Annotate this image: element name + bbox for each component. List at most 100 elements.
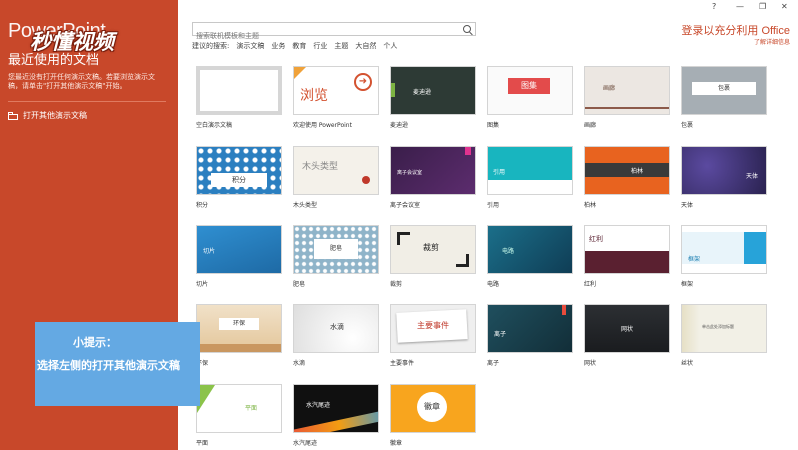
template-tile[interactable]: 包裹 包裹 [681, 66, 767, 129]
suggested-label: 建议的搜索: [192, 42, 230, 50]
template-thumbnail: 包裹 [681, 66, 767, 115]
template-tile[interactable]: 积分 积分 [196, 146, 282, 209]
thumbnail-label: 浏览 [300, 88, 328, 104]
close-button[interactable]: ✕ [781, 2, 788, 11]
thumbnail-label: 切片 [203, 248, 216, 255]
thumbnail-label: 网状 [621, 326, 634, 333]
template-thumbnail: 图集 [487, 66, 573, 115]
template-tile[interactable]: 柏林 柏林 [584, 146, 670, 209]
template-tile[interactable]: 切片 切片 [196, 225, 282, 288]
thumbnail-label: 画廊 [603, 85, 616, 92]
template-name: 丝状 [681, 360, 694, 367]
template-thumbnail: 裁剪 [390, 225, 476, 274]
template-thumbnail: 离子会议室 [390, 146, 476, 195]
thumbnail-label: 环保 [219, 318, 259, 330]
template-name: 欢迎使用 PowerPoint [293, 122, 352, 129]
template-thumbnail: 柏林 [584, 146, 670, 195]
tip-title: 小提示： [73, 336, 117, 349]
template-tile[interactable]: 水汽尾迹 水汽尾迹 [293, 384, 379, 447]
learn-more-link[interactable]: 了解详细信息 [754, 37, 790, 46]
tip-text: 选择左侧的打开其他演示文稿 [37, 359, 180, 372]
template-tile[interactable]: 单击此处添加标题 丝状 [681, 304, 767, 367]
restore-button[interactable]: ❐ [759, 2, 766, 11]
sidebar-divider [8, 101, 166, 102]
template-tile[interactable]: 浏览 ➜ 欢迎使用 PowerPoint [293, 66, 379, 129]
template-name: 离子会议室 [390, 202, 421, 209]
template-tile[interactable]: 网状 网状 [584, 304, 670, 367]
suggested-item[interactable]: 大自然 [355, 41, 376, 51]
template-tile[interactable]: 空白演示文稿 [196, 66, 282, 129]
template-thumbnail: 环保 [196, 304, 282, 353]
tip-overlay: 小提示： 选择左侧的打开其他演示文稿 [35, 322, 200, 406]
template-thumbnail: 天体 [681, 146, 767, 195]
thumbnail-label: 水汽尾迹 [306, 402, 331, 409]
template-thumbnail: 单击此处添加标题 [681, 304, 767, 353]
template-tile[interactable]: 引用 引用 [487, 146, 573, 209]
template-thumbnail: 水滴 [293, 304, 379, 353]
template-tile[interactable]: 木头类型 木头类型 [293, 146, 379, 209]
template-thumbnail: 画廊 [584, 66, 670, 115]
thumbnail-label: 水滴 [330, 323, 344, 331]
template-name: 天体 [681, 202, 694, 209]
template-tile[interactable]: 离子 离子 [487, 304, 573, 367]
open-other-label: 打开其他演示文稿 [23, 111, 87, 120]
template-tile[interactable]: 肥皂 肥皂 [293, 225, 379, 288]
thumbnail-label: 红利 [589, 235, 603, 243]
template-thumbnail: 水汽尾迹 [293, 384, 379, 433]
template-tile[interactable]: 画廊 画廊 [584, 66, 670, 129]
thumbnail-label: 引用 [493, 169, 506, 176]
template-name: 积分 [196, 202, 209, 209]
template-tile[interactable]: 红利 红利 [584, 225, 670, 288]
template-tile[interactable]: 电路 电路 [487, 225, 573, 288]
template-tile[interactable]: 主要事件 主要事件 [390, 304, 476, 367]
suggested-item[interactable]: 个人 [383, 41, 397, 51]
suggested-item[interactable]: 演示文稿 [236, 41, 264, 51]
thumbnail-label: 包裹 [692, 82, 756, 95]
template-thumbnail: 电路 [487, 225, 573, 274]
thumbnail-label: 框架 [688, 256, 701, 263]
template-thumbnail: 框架 [681, 225, 767, 274]
template-thumbnail: 肥皂 [293, 225, 379, 274]
thumbnail-label: 离子会议室 [397, 170, 423, 176]
thumbnail-label: 肥皂 [314, 239, 358, 259]
template-name: 肥皂 [293, 281, 306, 288]
template-name: 图集 [487, 122, 500, 129]
suggested-item[interactable]: 行业 [313, 41, 327, 51]
template-tile[interactable]: 徽章 徽章 [390, 384, 476, 447]
template-name: 主要事件 [390, 360, 415, 367]
thumbnail-label: 徽章 [417, 392, 447, 422]
suggested-item[interactable]: 业务 [271, 41, 285, 51]
minimize-button[interactable]: — [736, 2, 744, 11]
thumbnail-label: 离子 [494, 331, 507, 338]
template-tile[interactable]: 麦迪逊 麦迪逊 [390, 66, 476, 129]
search-icon[interactable] [463, 25, 471, 33]
template-tile[interactable]: 裁剪 裁剪 [390, 225, 476, 288]
template-thumbnail: 浏览 ➜ [293, 66, 379, 115]
template-tile[interactable]: 平面 平面 [196, 384, 282, 447]
template-name: 水汽尾迹 [293, 440, 318, 447]
template-name: 电路 [487, 281, 500, 288]
template-tile[interactable]: 环保 环保 [196, 304, 282, 367]
open-other-presentations-link[interactable]: 打开其他演示文稿 [8, 110, 87, 121]
template-thumbnail: 麦迪逊 [390, 66, 476, 115]
suggested-item[interactable]: 主题 [334, 41, 348, 51]
template-tile[interactable]: 离子会议室 离子会议室 [390, 146, 476, 209]
arrow-right-icon: ➜ [354, 73, 372, 91]
thumbnail-label: 裁剪 [423, 243, 439, 252]
template-name: 环保 [196, 360, 209, 367]
template-thumbnail: 积分 [196, 146, 282, 195]
template-name: 画廊 [584, 122, 597, 129]
recent-title: 最近使用的文档 [8, 53, 100, 68]
template-tile[interactable]: 框架 框架 [681, 225, 767, 288]
template-tile[interactable]: 水滴 水滴 [293, 304, 379, 367]
template-name: 麦迪逊 [390, 122, 409, 129]
template-tile[interactable]: 图集 图集 [487, 66, 573, 129]
help-button[interactable]: ? [712, 2, 716, 11]
signin-link[interactable]: 登录以充分利用 Office [681, 22, 790, 38]
template-name: 平面 [196, 440, 209, 447]
thumbnail-label: 平面 [245, 405, 258, 412]
suggested-item[interactable]: 教育 [292, 41, 306, 51]
template-thumbnail: 红利 [584, 225, 670, 274]
thumbnail-label: 木头类型 [302, 162, 339, 172]
template-tile[interactable]: 天体 天体 [681, 146, 767, 209]
